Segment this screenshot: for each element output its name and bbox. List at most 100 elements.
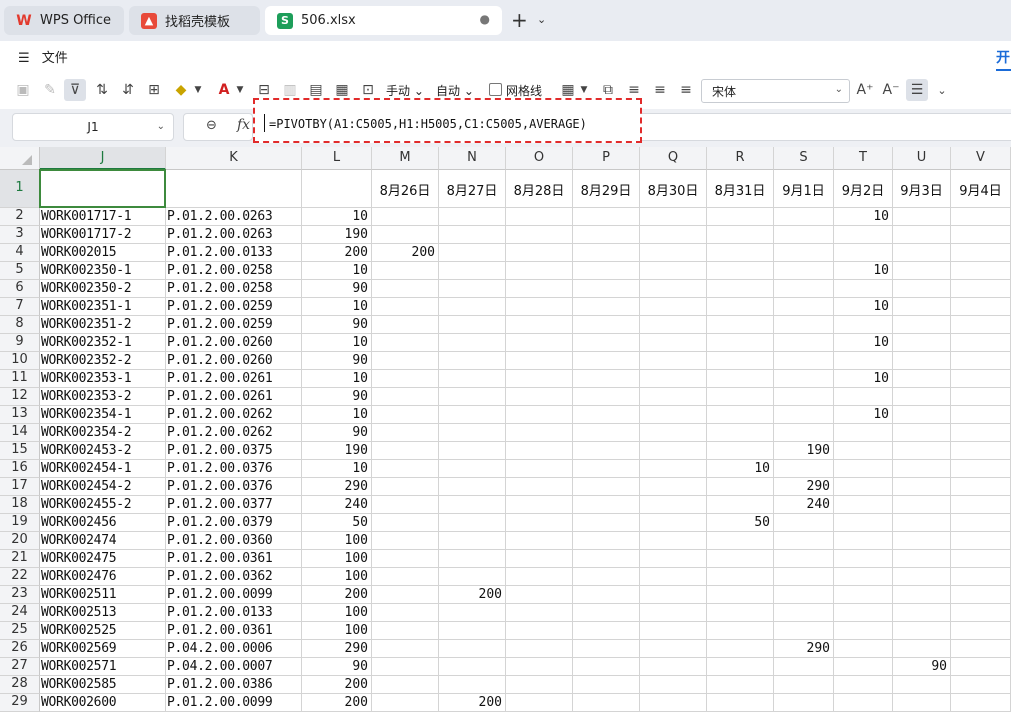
table-cell[interactable] (372, 262, 439, 280)
table-cell[interactable] (640, 514, 707, 532)
table-cell[interactable] (640, 262, 707, 280)
table-cell[interactable]: 90 (302, 388, 372, 406)
row-header[interactable]: 29 (0, 694, 40, 712)
table-cell[interactable] (506, 532, 573, 550)
table-cell[interactable] (506, 658, 573, 676)
table-cell[interactable] (707, 370, 774, 388)
header-cell-r[interactable]: 8月31日 (707, 170, 774, 208)
table-cell[interactable] (834, 532, 893, 550)
table-cell[interactable] (951, 298, 1011, 316)
table-cell[interactable] (439, 514, 506, 532)
column-header-o[interactable]: O (506, 147, 573, 170)
table-cell[interactable] (640, 316, 707, 334)
table-cell[interactable]: 290 (302, 640, 372, 658)
table-cell[interactable] (372, 622, 439, 640)
table-cell[interactable] (439, 370, 506, 388)
table-cell[interactable]: P.01.2.00.0258 (166, 280, 302, 298)
table-cell[interactable]: P.01.2.00.0376 (166, 460, 302, 478)
table-cell[interactable] (707, 568, 774, 586)
table-cell[interactable] (372, 496, 439, 514)
table-cell[interactable]: P.01.2.00.0133 (166, 244, 302, 262)
table-cell[interactable] (439, 406, 506, 424)
table-cell[interactable]: P.01.2.00.0260 (166, 352, 302, 370)
table-cell[interactable] (893, 604, 951, 622)
table-cell[interactable] (439, 568, 506, 586)
table-cell[interactable]: 10 (302, 334, 372, 352)
table-cell[interactable] (951, 550, 1011, 568)
table-cell[interactable] (893, 640, 951, 658)
table-cell[interactable]: 90 (302, 424, 372, 442)
table-cell[interactable] (707, 262, 774, 280)
table-cell[interactable]: 100 (302, 604, 372, 622)
table-cell[interactable] (951, 406, 1011, 424)
calc-auto-dropdown[interactable]: 自动 ⌄ (436, 82, 474, 99)
row-header[interactable]: 27 (0, 658, 40, 676)
increase-font-icon[interactable]: A⁺ (855, 79, 875, 101)
table-cell[interactable] (640, 568, 707, 586)
column-header-q[interactable]: Q (640, 147, 707, 170)
table-cell[interactable]: 10 (302, 208, 372, 226)
align-center-icon[interactable]: ≡ (650, 79, 670, 101)
table-cell[interactable] (893, 514, 951, 532)
header-cell-v[interactable]: 9月4日 (951, 170, 1011, 208)
table-cell[interactable] (439, 262, 506, 280)
table-cell[interactable] (951, 676, 1011, 694)
paste-icon[interactable]: ▣ (12, 79, 34, 101)
table-cell[interactable]: 10 (302, 370, 372, 388)
table-cell[interactable] (439, 334, 506, 352)
table-cell[interactable] (506, 622, 573, 640)
table-cell[interactable] (573, 514, 640, 532)
table-cell[interactable] (834, 424, 893, 442)
column-header-j[interactable]: J (40, 147, 166, 170)
row-header[interactable]: 26 (0, 640, 40, 658)
column-header-r[interactable]: R (707, 147, 774, 170)
table-cell[interactable] (707, 316, 774, 334)
table-cell[interactable] (439, 298, 506, 316)
table-cell[interactable]: 200 (372, 244, 439, 262)
table-cell[interactable] (893, 406, 951, 424)
table-cell[interactable] (573, 694, 640, 712)
table-cell[interactable]: WORK002453-2 (40, 442, 166, 460)
table-cell[interactable]: P.01.2.00.0258 (166, 262, 302, 280)
table-cell[interactable] (573, 334, 640, 352)
table-cell[interactable] (951, 208, 1011, 226)
table-cell[interactable] (573, 316, 640, 334)
table-cell[interactable]: P.01.2.00.0386 (166, 676, 302, 694)
table-cell[interactable]: WORK002015 (40, 244, 166, 262)
table-cell[interactable] (834, 622, 893, 640)
table-cell[interactable]: 100 (302, 532, 372, 550)
header-cell-n[interactable]: 8月27日 (439, 170, 506, 208)
table-cell[interactable] (951, 280, 1011, 298)
table-cell[interactable]: P.01.2.00.0133 (166, 604, 302, 622)
table-cell[interactable] (439, 244, 506, 262)
table-cell[interactable]: P.01.2.00.0262 (166, 424, 302, 442)
table-cell[interactable] (372, 586, 439, 604)
table-cell[interactable]: WORK002455-2 (40, 496, 166, 514)
header-cell-t[interactable]: 9月2日 (834, 170, 893, 208)
table-cell[interactable]: P.01.2.00.0375 (166, 442, 302, 460)
table-cell[interactable]: 10 (302, 262, 372, 280)
table-cell[interactable] (893, 334, 951, 352)
table-cell[interactable] (573, 442, 640, 460)
table-cell[interactable] (439, 352, 506, 370)
row-header[interactable]: 12 (0, 388, 40, 406)
sort-ascending-icon[interactable]: ⇅ (91, 79, 113, 101)
table-cell[interactable] (439, 532, 506, 550)
table-cell[interactable] (707, 496, 774, 514)
table-cell[interactable]: 240 (774, 496, 834, 514)
table-cell[interactable]: 10 (834, 208, 893, 226)
table-cell[interactable]: 190 (302, 442, 372, 460)
table-cell[interactable] (951, 640, 1011, 658)
table-cell[interactable] (506, 406, 573, 424)
table-cell[interactable] (439, 496, 506, 514)
table-cell[interactable] (372, 550, 439, 568)
table-cell[interactable] (707, 406, 774, 424)
row-header[interactable]: 22 (0, 568, 40, 586)
table-cell[interactable]: 100 (302, 550, 372, 568)
select-all-corner[interactable] (0, 147, 40, 170)
table-cell[interactable]: WORK002571 (40, 658, 166, 676)
table-cell[interactable]: 10 (707, 460, 774, 478)
table-cell[interactable] (834, 496, 893, 514)
table-cell[interactable] (640, 478, 707, 496)
table-cell[interactable] (951, 442, 1011, 460)
